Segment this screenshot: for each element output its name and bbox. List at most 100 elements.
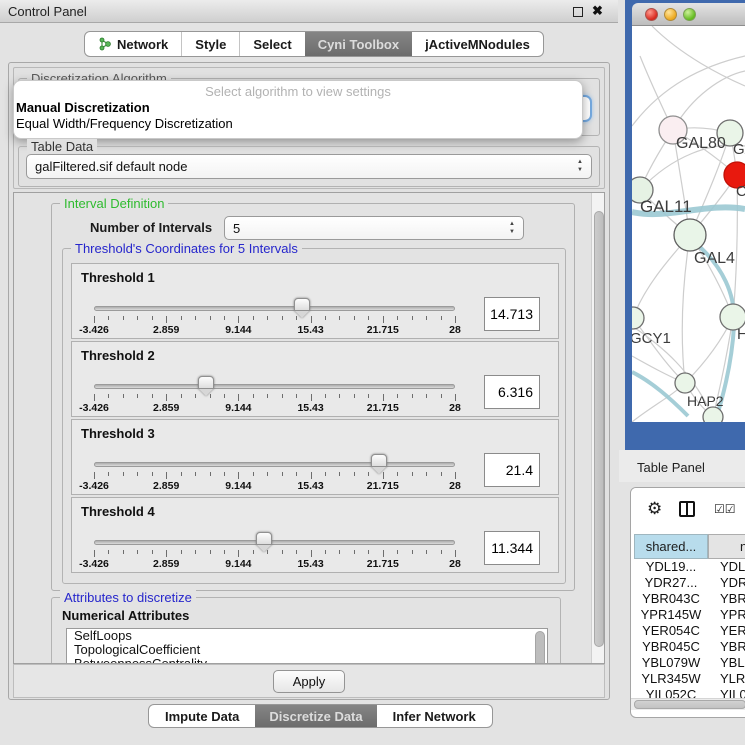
threshold-2-slider-track[interactable] [94,384,455,389]
network-view[interactable]: GAL80GACGAL11GAL4GCY1HHAP2 [632,26,745,422]
tab-network[interactable]: Network [85,32,181,56]
network-node[interactable] [632,307,644,329]
network-node-label: GA [733,141,745,158]
tab-style[interactable]: Style [181,32,239,56]
threshold-2-panel: Threshold 2 -3.4262.8599.14415.4321.7152… [71,341,559,417]
float-icon[interactable] [573,7,583,17]
network-node-label: GAL11 [640,197,692,216]
threshold-4-slider-track[interactable] [94,540,455,545]
network-node[interactable] [674,219,706,251]
list-scrollbar-thumb[interactable] [535,631,545,664]
table-row[interactable]: YIL052CYIL0 [631,687,745,698]
numerical-attributes-label: Numerical Attributes [62,608,189,623]
num-intervals-label: Number of Intervals [90,220,212,235]
threshold-1-value-field[interactable]: 14.713 [484,297,540,331]
network-node-label: HAP2 [687,393,724,409]
close-icon[interactable]: ✖ [592,3,603,19]
table-header-row: shared... n [631,534,745,559]
apply-button[interactable]: Apply [273,670,345,693]
interval-scroll-panel: Interval Definition Number of Intervals … [13,192,605,664]
control-panel-titlebar: Control Panel ✖ [0,0,618,23]
table-row[interactable]: YBR043CYBR0 [631,591,745,607]
combo-spinner-icon: ▲▼ [508,220,516,236]
tab-jactivemnodules[interactable]: jActiveMNodules [412,32,543,56]
algorithm-popup-hint: Select algorithm to view settings [14,84,582,99]
table-row[interactable]: YER054CYER0 [631,623,745,639]
threshold-1-slider-thumb[interactable] [294,298,310,318]
select-columns-icon[interactable]: ☑☑ [714,502,736,516]
tab-infer-network[interactable]: Infer Network [377,705,492,727]
numerical-attributes-list[interactable]: SelfLoopsTopologicalCoefficientBetweenne… [66,628,548,664]
column-header-name[interactable]: n [708,534,745,559]
num-intervals-value: 5 [233,221,240,236]
threshold-3-panel: Threshold 3 -3.4262.8599.14415.4321.7152… [71,419,559,495]
threshold-2-slider-thumb[interactable] [198,376,214,396]
bottom-tabbar: Impute Data Discretize Data Infer Networ… [148,704,493,728]
table-row[interactable]: YBR045CYBR0 [631,639,745,655]
table-data-combo-value: galFiltered.sif default node [35,159,187,174]
interval-definition-title: Interval Definition [60,196,168,211]
apply-strip: Apply [13,664,605,698]
tab-discretize-data[interactable]: Discretize Data [255,705,376,727]
attributes-group-title: Attributes to discretize [60,590,196,605]
num-intervals-combo[interactable]: 5 ▲▼ [224,216,524,240]
table-toolbar: ⚙ ☑☑ [631,488,745,534]
attributes-group: Attributes to discretize Numerical Attri… [51,597,561,664]
screen: Control Panel ✖ Network Style Select Cyn… [0,0,745,745]
horizontal-scrollbar[interactable] [631,698,745,710]
thresholds-group-title: Threshold's Coordinates for 5 Intervals [71,241,302,256]
popup-option-equal-width-frequency[interactable]: Equal Width/Frequency Discretization [14,115,582,131]
threshold-4-panel: Threshold 4 -3.4262.8599.14415.4321.7152… [71,497,559,573]
threshold-2-label: Threshold 2 [81,348,155,363]
control-panel-title: Control Panel [8,4,87,19]
split-columns-icon[interactable] [679,501,695,517]
tab-cyni-toolbox[interactable]: Cyni Toolbox [305,32,412,56]
threshold-2-value-field[interactable]: 6.316 [484,375,540,409]
table-panel: ⚙ ☑☑ shared... n YDL19...YDL1YDR27...YDR… [630,487,745,718]
network-node-label: GAL80 [676,135,726,152]
attribute-list-item[interactable]: BetweennessCentrality [67,657,547,664]
table-data-combo[interactable]: galFiltered.sif default node ▲▼ [26,154,592,179]
threshold-3-slider-thumb[interactable] [371,454,387,474]
attribute-list-item[interactable]: SelfLoops [67,629,547,643]
threshold-3-label: Threshold 3 [81,426,155,441]
zoom-traffic-light-icon[interactable] [683,8,696,21]
table-data-group-title: Table Data [27,139,97,154]
thresholds-group: Threshold's Coordinates for 5 Intervals … [62,248,566,584]
threshold-4-value-field[interactable]: 11.344 [484,531,540,565]
minimize-traffic-light-icon[interactable] [664,8,677,21]
table-row[interactable]: YPR145WYPR1 [631,607,745,623]
table-row[interactable]: YDL19...YDL1 [631,559,745,575]
network-graph: GAL80GACGAL11GAL4GCY1HHAP2 [632,26,745,422]
network-node-label: GCY1 [632,330,671,347]
tab-network-label: Network [117,37,168,52]
table-panel-title: Table Panel [637,460,705,475]
network-window-titlebar[interactable] [632,3,745,26]
table-row[interactable]: YDR27...YDR2 [631,575,745,591]
threshold-4-slider-thumb[interactable] [256,532,272,552]
table-body[interactable]: YDL19...YDL1YDR27...YDR2YBR043CYBR0YPR14… [631,559,745,698]
column-header-shared-name[interactable]: shared... [634,534,708,559]
network-node[interactable] [703,407,723,422]
table-row[interactable]: YBL079WYBL0 [631,655,745,671]
tab-select[interactable]: Select [239,32,304,56]
threshold-1-label: Threshold 1 [81,270,155,285]
gear-icon[interactable]: ⚙ [647,499,662,519]
vertical-scrollbar[interactable] [591,193,605,663]
vertical-scrollbar-thumb[interactable] [594,211,604,647]
table-data-group: Table Data galFiltered.sif default node … [18,146,600,187]
table-panel-titlebar: Table Panel [619,450,745,482]
network-node-label: H [737,326,745,343]
tab-impute-data[interactable]: Impute Data [149,705,255,727]
table-row[interactable]: YLR345WYLR3 [631,671,745,687]
network-node[interactable] [675,373,695,393]
network-node-label: C [736,183,745,200]
threshold-1-slider-track[interactable] [94,306,455,311]
threshold-3-slider-track[interactable] [94,462,455,467]
popup-option-manual-discretization[interactable]: Manual Discretization [14,99,582,115]
horizontal-scrollbar-thumb[interactable] [634,700,745,709]
threshold-3-value-field[interactable]: 21.4 [484,453,540,487]
attribute-list-item[interactable]: TopologicalCoefficient [67,643,547,657]
top-tabbar: Network Style Select Cyni Toolbox jActiv… [84,31,544,57]
close-traffic-light-icon[interactable] [645,8,658,21]
